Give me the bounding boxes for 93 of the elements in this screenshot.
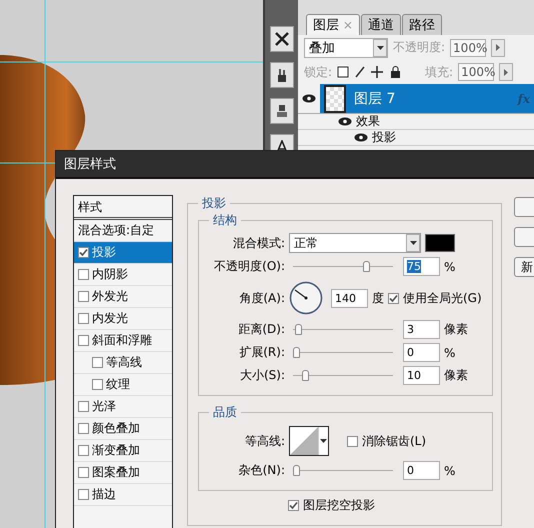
checkbox[interactable] [78, 401, 89, 412]
caret-icon [320, 439, 327, 443]
styles-header: 样式 [74, 196, 172, 220]
stamp-icon [274, 103, 288, 119]
style-item[interactable]: 图案叠加 [74, 462, 172, 484]
global-light-label: 使用全局光(G) [403, 290, 482, 306]
triangle-icon [496, 44, 500, 51]
style-item[interactable]: 光泽 [74, 396, 172, 418]
dialog-title: 图层样式 [56, 151, 534, 179]
style-item[interactable]: 颜色叠加 [74, 418, 172, 440]
unit-label: % [444, 260, 456, 274]
caret-icon [410, 241, 416, 245]
slider-thumb[interactable] [294, 324, 302, 335]
group-title: 结构 [212, 212, 238, 229]
antialias-label: 消除锯齿(L) [362, 432, 426, 450]
checkbox[interactable] [78, 247, 89, 258]
opacity-field[interactable]: 100% [450, 38, 486, 56]
checkbox[interactable] [347, 436, 358, 446]
unit-label: % [444, 464, 456, 478]
checkbox[interactable] [78, 445, 89, 456]
unit-label: 像素 [444, 321, 468, 338]
eye-icon[interactable] [302, 94, 316, 103]
knockout-label: 图层挖空投影 [303, 496, 375, 514]
caret-icon [376, 46, 384, 50]
eye-icon[interactable] [354, 133, 368, 142]
slider-thumb[interactable] [302, 370, 310, 381]
style-item[interactable]: 斜面和浮雕 [74, 330, 172, 352]
contour-label: 等高线: [244, 432, 285, 450]
opacity-label: 不透明度: [393, 39, 446, 56]
value-field[interactable]: 3 [403, 320, 440, 339]
tools-icon [274, 31, 290, 47]
slider-thumb[interactable] [293, 465, 300, 476]
checkbox[interactable] [78, 423, 89, 434]
opacity-arrow-button[interactable] [491, 38, 506, 56]
panel-tab[interactable]: 图层 × [306, 14, 360, 35]
eye-icon[interactable] [338, 117, 352, 126]
contour-picker[interactable] [289, 426, 329, 456]
effect-row[interactable]: 投影 [298, 130, 534, 146]
section-title: 投影 [201, 195, 227, 212]
lock-label: 锁定: [304, 64, 332, 80]
slider-thumb[interactable] [293, 347, 300, 358]
checkbox[interactable] [78, 467, 89, 478]
angle-label: 角度(A): [238, 290, 285, 306]
noise-field[interactable]: 0 [403, 461, 440, 480]
shadow-color-swatch[interactable] [425, 234, 455, 252]
slider-thumb[interactable] [362, 261, 370, 272]
opacity-field[interactable]: 75 [403, 257, 440, 276]
checkbox[interactable] [78, 489, 89, 500]
style-item[interactable]: 投影 [74, 242, 172, 264]
slider-label: 距离(D): [237, 321, 285, 338]
style-item[interactable]: 外发光 [74, 286, 172, 308]
group-title: 品质 [212, 404, 238, 421]
checkbox[interactable] [78, 335, 89, 346]
lock-icons[interactable] [337, 66, 402, 78]
style-item[interactable]: 渐变叠加 [74, 440, 172, 462]
dialog-button[interactable]: 新 [514, 257, 534, 277]
checkbox[interactable] [78, 269, 89, 280]
blend-mode-label: 混合模式: [232, 234, 285, 252]
value-field[interactable]: 0 [403, 343, 440, 362]
noise-label: 杂色(N): [238, 462, 285, 479]
fx-label: fx [518, 92, 530, 106]
panel-tab[interactable]: 路径 [402, 14, 442, 35]
layer-thumbnail [324, 84, 346, 112]
angle-dial[interactable] [289, 281, 323, 315]
checkbox[interactable] [92, 379, 103, 390]
triangle-icon [504, 68, 508, 76]
slider-label: 大小(S): [238, 367, 285, 384]
checkbox[interactable] [388, 292, 399, 304]
checkbox[interactable] [92, 357, 103, 368]
style-item[interactable]: 纹理 [74, 374, 172, 396]
unit-label: % [444, 346, 456, 360]
slider-label: 扩展(R): [238, 344, 285, 361]
angle-field[interactable]: 140 [331, 288, 368, 308]
style-item[interactable]: 等高线 [74, 352, 172, 374]
checkbox[interactable] [78, 313, 89, 324]
style-item[interactable]: 内发光 [74, 308, 172, 330]
blend-mode-dropdown[interactable]: 正常 [289, 233, 421, 253]
fill-field[interactable]: 100% [458, 63, 494, 81]
style-item[interactable]: 描边 [74, 484, 172, 506]
blend-mode-dropdown[interactable]: 叠加 [304, 38, 388, 58]
panel-tab[interactable]: 通道 [360, 14, 401, 35]
unit-label: 像素 [444, 367, 468, 384]
fill-arrow-button[interactable] [499, 63, 514, 81]
checkbox[interactable] [78, 291, 89, 302]
contour-curve-icon [290, 427, 318, 455]
checkbox[interactable] [288, 500, 299, 510]
layer-row[interactable]: 图层 7 fx [320, 84, 534, 113]
value-field[interactable]: 10 [403, 366, 440, 385]
unit-label: 度 [372, 290, 384, 306]
fill-label: 填充: [425, 64, 454, 80]
opacity-label: 不透明度(O): [213, 258, 285, 275]
style-item[interactable]: 内阴影 [74, 264, 172, 286]
effect-row[interactable]: 效果 [298, 114, 534, 130]
